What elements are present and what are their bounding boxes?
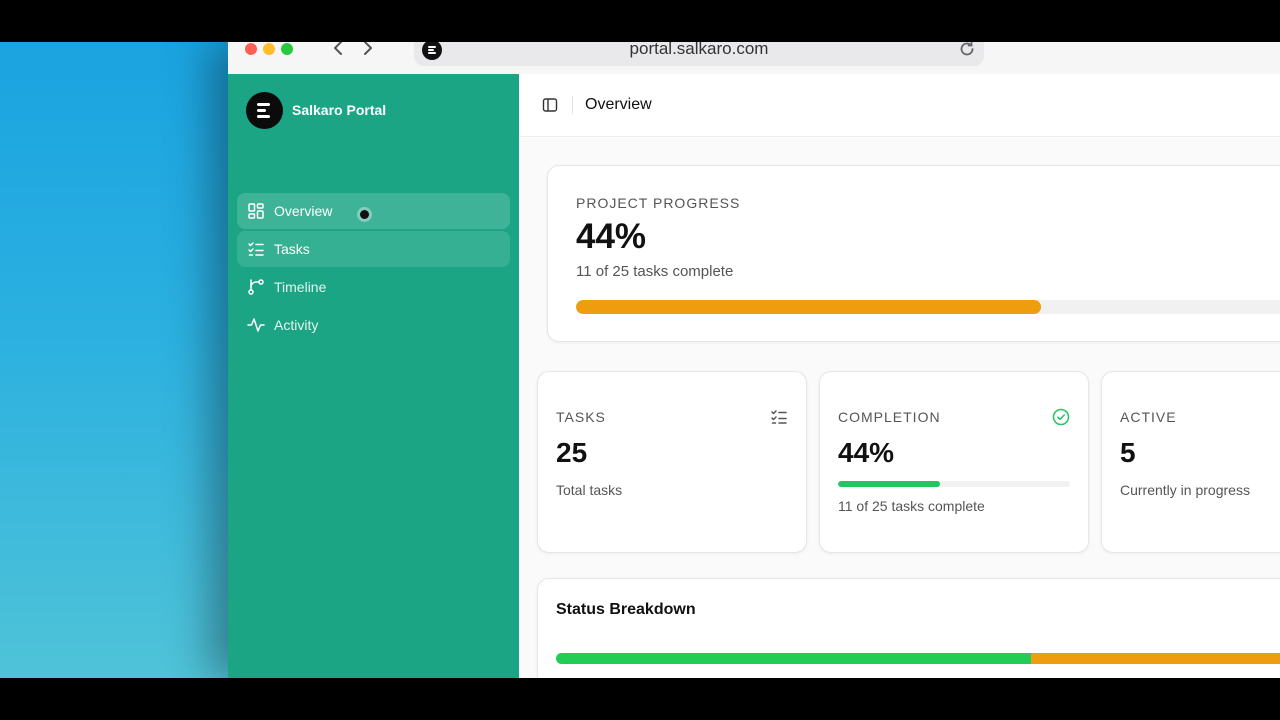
close-window-button[interactable]	[245, 43, 257, 55]
project-progress-value: 44%	[576, 217, 647, 256]
minimize-window-button[interactable]	[263, 43, 275, 55]
reload-icon[interactable]	[958, 42, 976, 58]
sidebar-item-timeline[interactable]: Timeline	[237, 269, 510, 305]
stat-label: TASKS	[556, 409, 606, 425]
checklist-icon	[770, 408, 788, 426]
check-circle-icon	[1052, 408, 1070, 426]
dashboard-icon	[247, 202, 265, 220]
git-branch-icon	[247, 278, 265, 296]
main-content: Overview PROJECT PROGRESS 44% 11 of 25 t…	[519, 74, 1280, 678]
brand-logo[interactable]	[246, 92, 283, 129]
project-progress-bar-fill	[576, 300, 1042, 314]
sidebar-item-overview[interactable]: Overview	[237, 193, 510, 229]
stat-label: ACTIVE	[1120, 409, 1177, 425]
completion-progress-bar-fill	[838, 481, 941, 487]
stat-value: 5	[1120, 437, 1136, 468]
sidebar-item-label: Activity	[274, 317, 319, 333]
back-arrow-icon[interactable]	[329, 42, 349, 58]
sidebar-item-tasks[interactable]: Tasks	[237, 231, 510, 267]
page-header: Overview	[519, 74, 1280, 137]
sidebar-item-activity[interactable]: Activity	[237, 307, 510, 343]
stat-card-completion: COMPLETION 44% 11 of 25 tasks complete	[819, 371, 1089, 553]
maximize-window-button[interactable]	[281, 43, 293, 55]
letterbox-top	[0, 0, 1280, 42]
url-text: portal.salkaro.com	[629, 42, 769, 58]
checklist-icon	[247, 240, 265, 258]
status-breakdown-bar	[556, 653, 1280, 664]
dashboard-content: PROJECT PROGRESS 44% 11 of 25 tasks comp…	[519, 138, 1280, 678]
stat-card-active: ACTIVE 5 Currently in progress	[1101, 371, 1280, 553]
status-breakdown-card: Status Breakdown	[537, 578, 1280, 678]
project-progress-bar	[576, 300, 1280, 314]
page-title: Overview	[585, 96, 652, 113]
status-segment-completed	[556, 653, 1031, 664]
stat-subtitle: 11 of 25 tasks complete	[838, 498, 985, 514]
activity-icon	[247, 316, 265, 334]
completion-progress-bar	[838, 481, 1070, 487]
project-progress-label: PROJECT PROGRESS	[576, 195, 741, 211]
forward-arrow-icon[interactable]	[357, 42, 377, 58]
stat-subtitle: Currently in progress	[1120, 482, 1250, 498]
sidebar-item-label: Timeline	[274, 279, 327, 295]
stat-card-tasks: TASKS 25 Total tasks	[537, 371, 807, 553]
sidebar-item-label: Tasks	[274, 241, 310, 257]
stat-value: 25	[556, 437, 588, 468]
status-segment-remaining	[1030, 653, 1280, 664]
browser-titlebar: portal.salkaro.com	[228, 42, 1280, 74]
mouse-cursor	[360, 210, 369, 219]
status-breakdown-title: Status Breakdown	[556, 601, 696, 618]
address-bar[interactable]: portal.salkaro.com	[414, 42, 984, 66]
project-progress-subtitle: 11 of 25 tasks complete	[576, 263, 734, 280]
brand-name: Salkaro Portal	[292, 102, 387, 118]
header-divider	[572, 96, 573, 114]
browser-window: portal.salkaro.com Salkaro Portal Overvi…	[228, 42, 1280, 678]
sidebar: Salkaro Portal Overview Tasks Timeline A…	[228, 74, 519, 678]
stat-value: 44%	[838, 437, 895, 468]
sidebar-toggle-icon[interactable]	[542, 97, 558, 113]
sidebar-item-label: Overview	[274, 203, 333, 219]
desktop-background: portal.salkaro.com Salkaro Portal Overvi…	[0, 42, 1280, 678]
stat-subtitle: Total tasks	[556, 482, 623, 498]
stat-label: COMPLETION	[838, 409, 941, 425]
letterbox-bottom	[0, 678, 1280, 720]
project-progress-card: PROJECT PROGRESS 44% 11 of 25 tasks comp…	[547, 165, 1280, 342]
